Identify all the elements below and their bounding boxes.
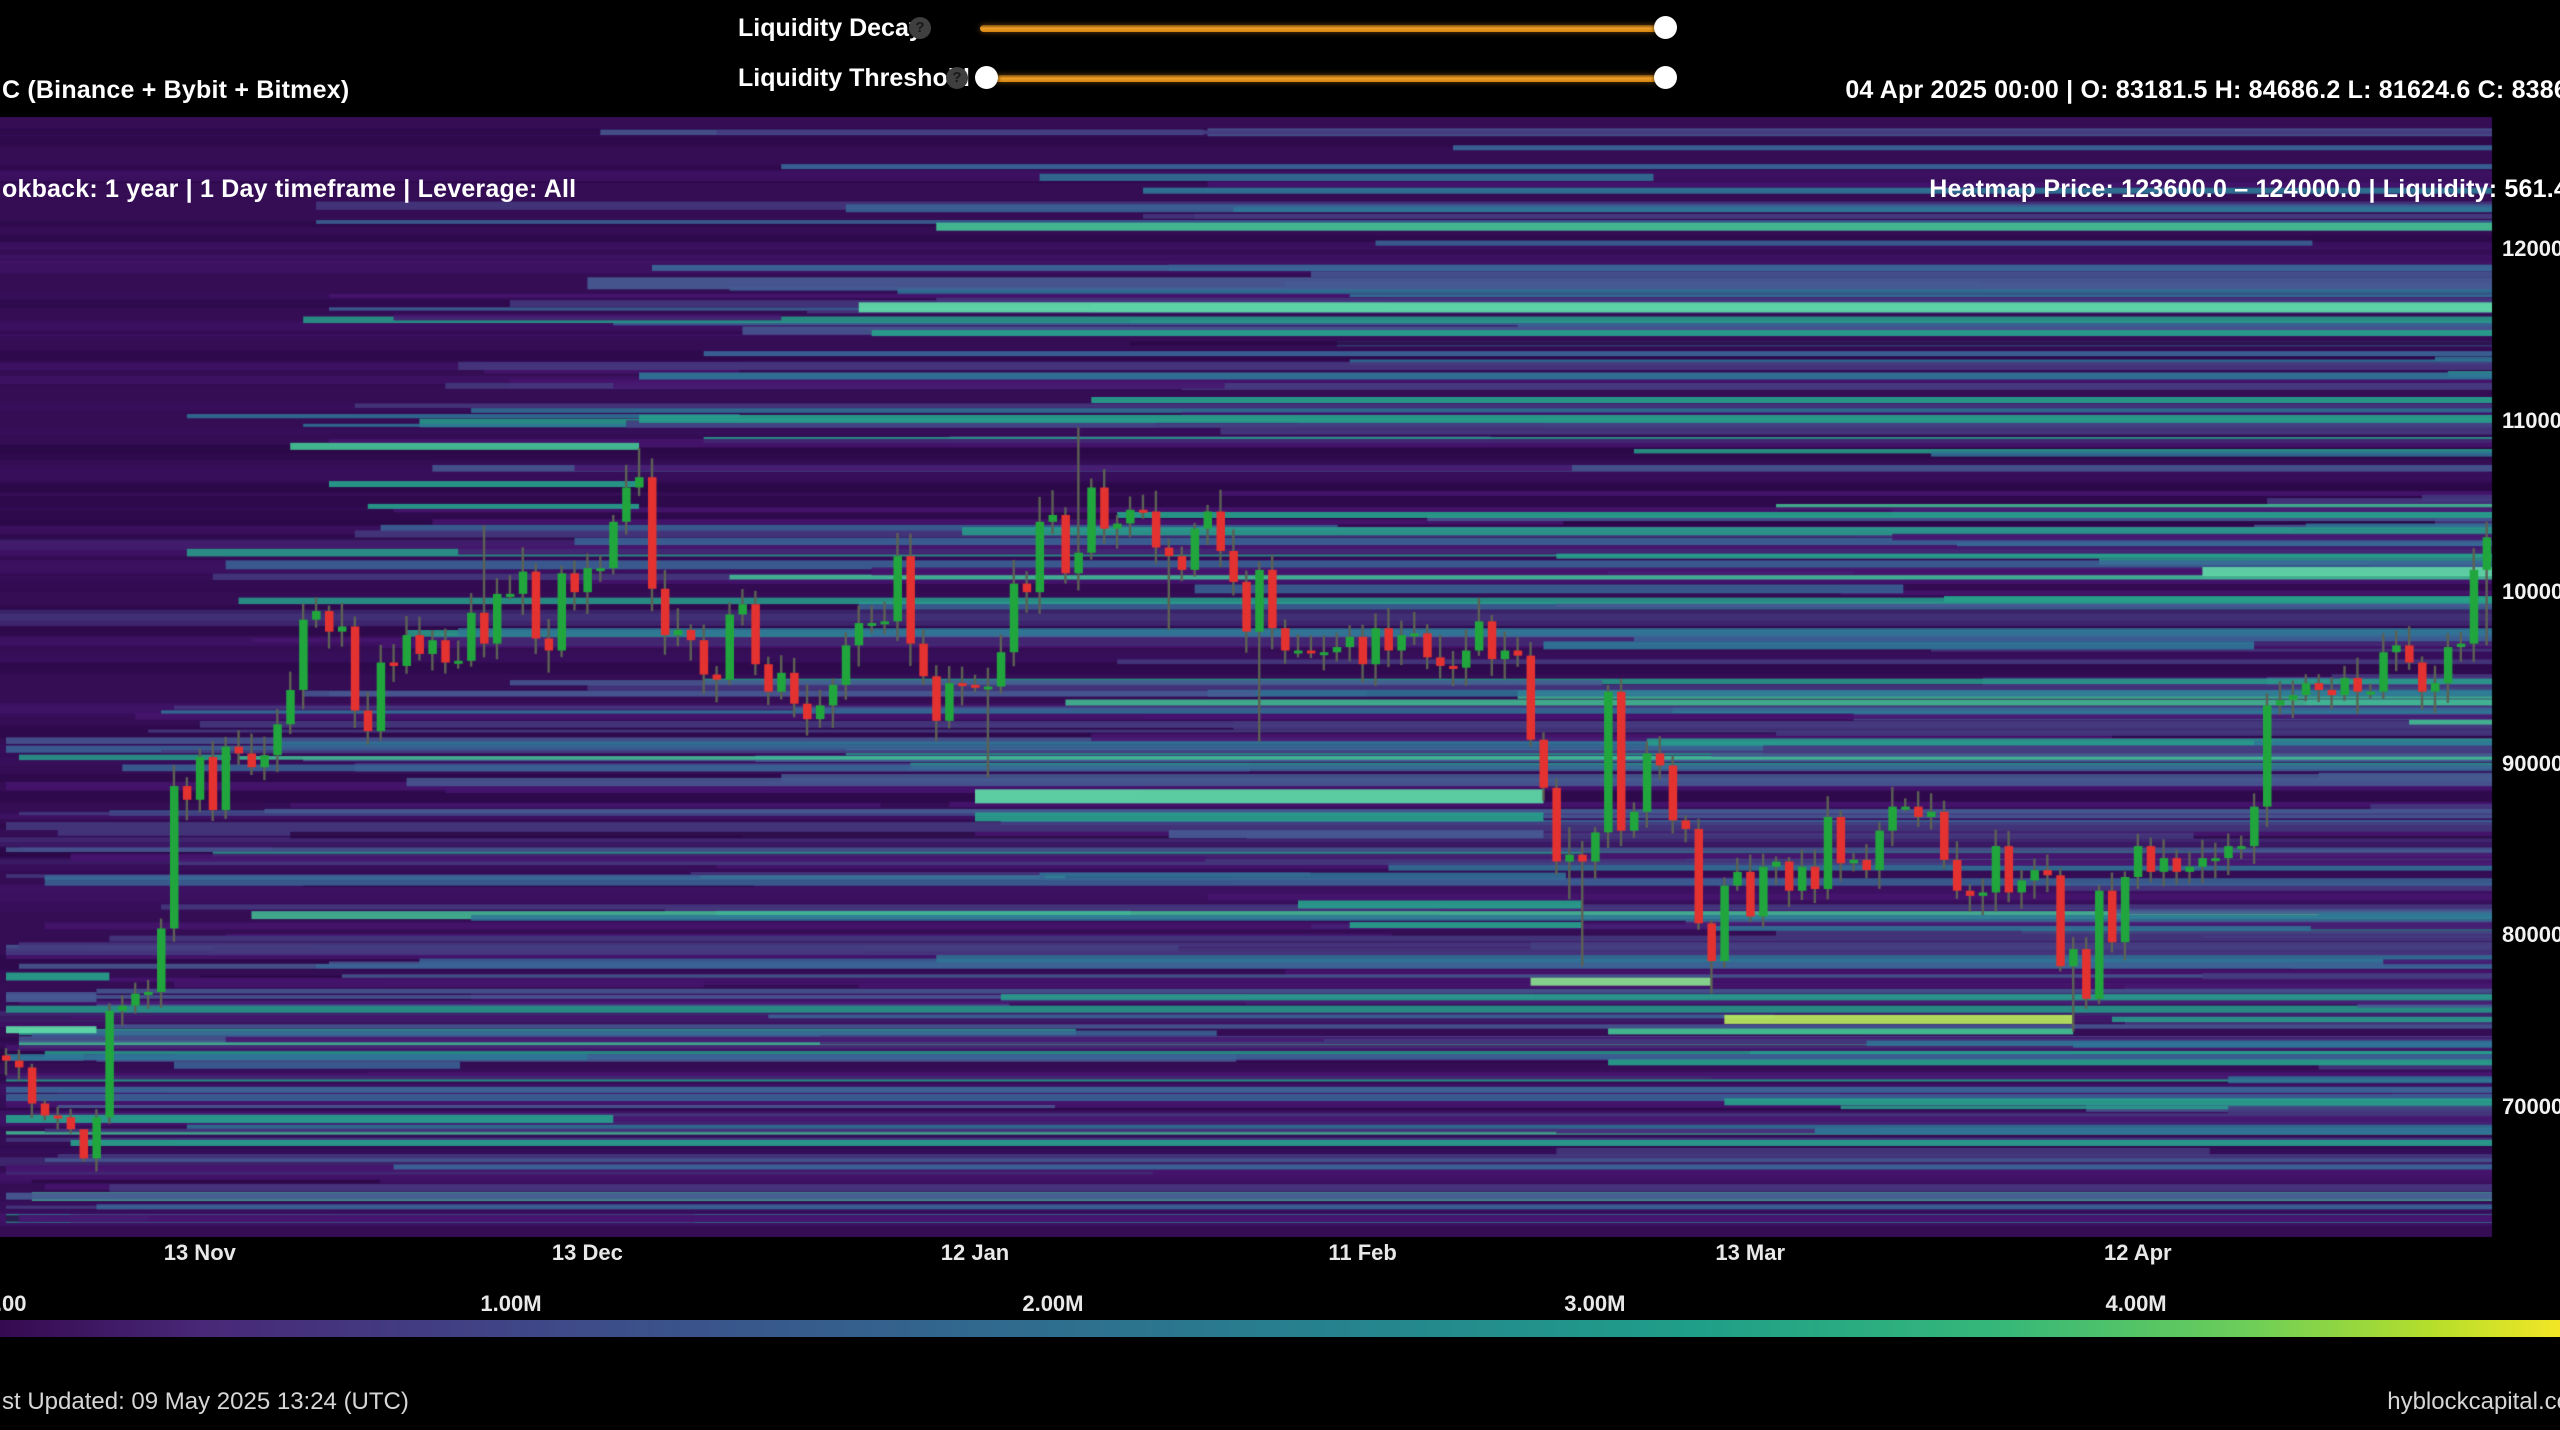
liquidity-decay-label: Liquidity Decay (738, 14, 923, 43)
lookback-settings-label: okback: 1 year | 1 Day timeframe | Lever… (2, 173, 576, 206)
liquidity-threshold-label: Liquidity Threshold (738, 64, 970, 93)
liquidity-threshold-info-icon[interactable]: ? (946, 67, 968, 89)
colorbar-tick-label: 0.00 (0, 1291, 27, 1317)
colorbar-tick-label: 2.00M (1022, 1291, 1083, 1317)
price-axis-label: 90000 (2502, 751, 2560, 777)
date-axis-label: 13 Mar (1715, 1240, 1785, 1266)
symbol-exchanges-label: C (Binance + Bybit + Bitmex) (2, 74, 576, 107)
liquidity-threshold-max-handle[interactable] (1654, 66, 1677, 89)
heatmap-price-line: Heatmap Price: 123600.0 – 124000.0 | Liq… (1845, 173, 2560, 206)
liquidity-decay-handle[interactable] (1654, 16, 1677, 39)
colorbar-tick-label: 1.00M (480, 1291, 541, 1317)
colorbar-tick-label: 4.00M (2105, 1291, 2166, 1317)
price-axis-label: 120000 (2502, 236, 2560, 262)
date-axis-label: 11 Feb (1328, 1240, 1396, 1266)
liquidity-colorbar (0, 1320, 2560, 1337)
chart-info-header: C (Binance + Bybit + Bitmex) okback: 1 y… (2, 8, 576, 239)
price-axis-label: 80000 (2502, 922, 2560, 948)
ohlc-readout: 04 Apr 2025 00:00 | O: 83181.5 H: 84686.… (1845, 8, 2560, 239)
ohlc-line: 04 Apr 2025 00:00 | O: 83181.5 H: 84686.… (1845, 74, 2560, 107)
last-updated-label: st Updated: 09 May 2025 13:24 (UTC) (2, 1388, 409, 1416)
liquidation-heatmap-app: { "header": { "left_line1": "C (Binance … (0, 0, 2560, 1430)
price-axis-label: 70000 (2502, 1094, 2560, 1120)
date-axis-label: 13 Nov (164, 1240, 236, 1266)
price-axis-label: 100000 (2502, 579, 2560, 605)
price-axis-label: 110000 (2502, 408, 2560, 434)
date-axis-label: 12 Apr (2104, 1240, 2172, 1266)
date-axis-label: 12 Jan (941, 1240, 1010, 1266)
liquidity-decay-slider[interactable] (980, 25, 1665, 32)
date-axis-label: 13 Dec (552, 1240, 623, 1266)
liquidity-decay-info-icon[interactable]: ? (909, 17, 931, 39)
colorbar-tick-label: 3.00M (1564, 1291, 1625, 1317)
brand-watermark: hyblockcapital.co (2387, 1388, 2560, 1416)
liquidity-threshold-slider[interactable] (980, 75, 1665, 82)
